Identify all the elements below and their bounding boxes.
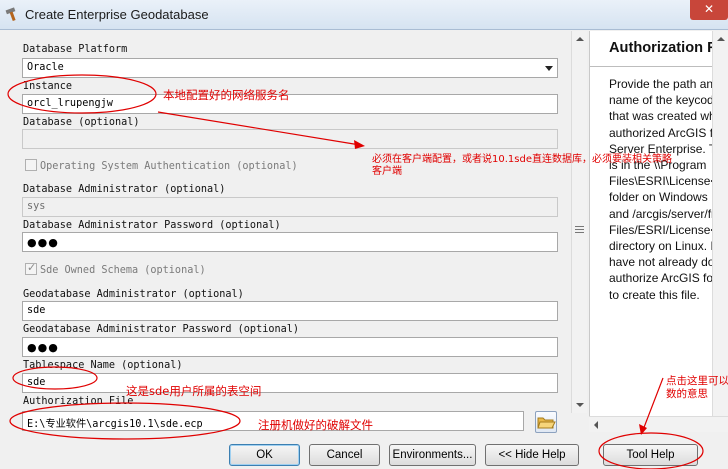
database-input[interactable] (22, 129, 558, 149)
help-text-line: Files/ESRI/License< (609, 222, 718, 237)
tool-help-button[interactable]: Tool Help (603, 444, 698, 466)
help-text-line: name of the keycode (609, 93, 721, 108)
os-authentication-checkbox[interactable] (25, 159, 37, 171)
scroll-thumb-grip-icon[interactable] (575, 226, 584, 233)
geodatabase-administrator-input[interactable]: sde (22, 301, 558, 321)
instance-label: Instance (23, 81, 73, 92)
geodatabase-administrator-password-input[interactable]: ●●● (22, 337, 558, 357)
tool-help-annotation-line2: 数的意思 (666, 388, 708, 400)
password-mask: ●●● (27, 341, 59, 354)
geodatabase-administrator-password-label: Geodatabase Administrator Password (opti… (23, 324, 300, 335)
help-text-line: directory on Linux. If (609, 239, 718, 253)
open-folder-icon (537, 417, 556, 429)
scroll-down-arrow-icon[interactable] (576, 403, 584, 407)
scroll-up-arrow-icon[interactable] (717, 37, 725, 41)
database-platform-label: Database Platform (23, 44, 128, 55)
help-text-line: Files\ESRI\License< (609, 174, 718, 189)
sde-owned-schema-label: Sde Owned Schema (optional) (40, 265, 206, 276)
password-mask: ●●● (27, 236, 59, 249)
help-text-line: Provide the path and (609, 77, 720, 91)
database-administrator-label: Database Administrator (optional) (23, 184, 226, 195)
help-title: Authorization Fi (609, 40, 721, 56)
sde-owned-schema-checkbox[interactable] (25, 261, 37, 275)
dropdown-arrow-icon[interactable] (545, 66, 553, 71)
database-administrator-input[interactable]: sys (22, 197, 558, 217)
environments-button[interactable]: Environments... (389, 444, 476, 466)
scroll-left-arrow-icon[interactable] (594, 421, 598, 429)
help-text-line: to create this file. (609, 287, 700, 302)
auth-file-annotation: 注册机做好的破解文件 (258, 418, 373, 432)
instance-annotation: 本地配置好的网络服务名 (163, 88, 290, 102)
help-text-line: and /arcgis/server/fra (609, 206, 722, 221)
help-text-line: that was created whe (609, 109, 723, 124)
geodatabase-administrator-label: Geodatabase Administrator (optional) (23, 289, 244, 300)
help-text-line: authorized ArcGIS fo (609, 125, 720, 140)
help-panel: Authorization Fi Provide the path and nam… (589, 31, 728, 432)
database-label: Database (optional) (23, 117, 140, 128)
os-authentication-label: Operating System Authentication (optiona… (40, 161, 298, 172)
hide-help-button[interactable]: << Hide Help (485, 444, 579, 466)
authorization-file-label: Authorization File (23, 396, 134, 407)
database-administrator-password-input[interactable]: ●●● (22, 232, 558, 252)
os-authentication-option[interactable]: Operating System Authentication (optiona… (25, 159, 298, 172)
ok-button[interactable]: OK (229, 444, 300, 466)
help-text-line: folder on Windows (609, 190, 708, 205)
client-annotation-line1: 必须在客户端配置，或者说10.1sde直连数据库，必须要装相关策略 (372, 154, 672, 165)
title-bar[interactable]: Create Enterprise Geodatabase ✕ (0, 0, 728, 30)
cancel-button[interactable]: Cancel (309, 444, 380, 466)
sde-owned-schema-option[interactable]: Sde Owned Schema (optional) (25, 261, 206, 276)
tablespace-annotation: 这是sde用户所属的表空间 (126, 384, 262, 398)
help-horizontal-scrollbar[interactable] (589, 416, 728, 432)
help-scrollbar[interactable] (712, 31, 728, 416)
database-platform-select[interactable]: Oracle (22, 58, 558, 78)
instance-input[interactable]: orcl_lrupengjw (22, 94, 558, 114)
tablespace-name-label: Tablespace Name (optional) (23, 360, 183, 371)
help-divider (590, 66, 728, 67)
client-annotation-line2: 客户端 (372, 166, 402, 177)
browse-folder-button[interactable] (535, 411, 557, 433)
database-administrator-password-label: Database Administrator Password (optiona… (23, 220, 281, 231)
form-scrollbar[interactable] (571, 31, 587, 413)
database-platform-value: Oracle (27, 62, 64, 73)
scroll-up-arrow-icon[interactable] (576, 37, 584, 41)
help-text-line: have not already don (609, 255, 722, 270)
create-enterprise-geodatabase-window: Create Enterprise Geodatabase ✕ Database… (0, 0, 728, 469)
help-text-line: authorize ArcGIS for (609, 271, 718, 286)
hammer-tool-icon (5, 7, 16, 22)
close-button[interactable]: ✕ (690, 0, 728, 20)
tablespace-name-input[interactable]: sde (22, 373, 558, 393)
window-title: Create Enterprise Geodatabase (25, 7, 209, 22)
